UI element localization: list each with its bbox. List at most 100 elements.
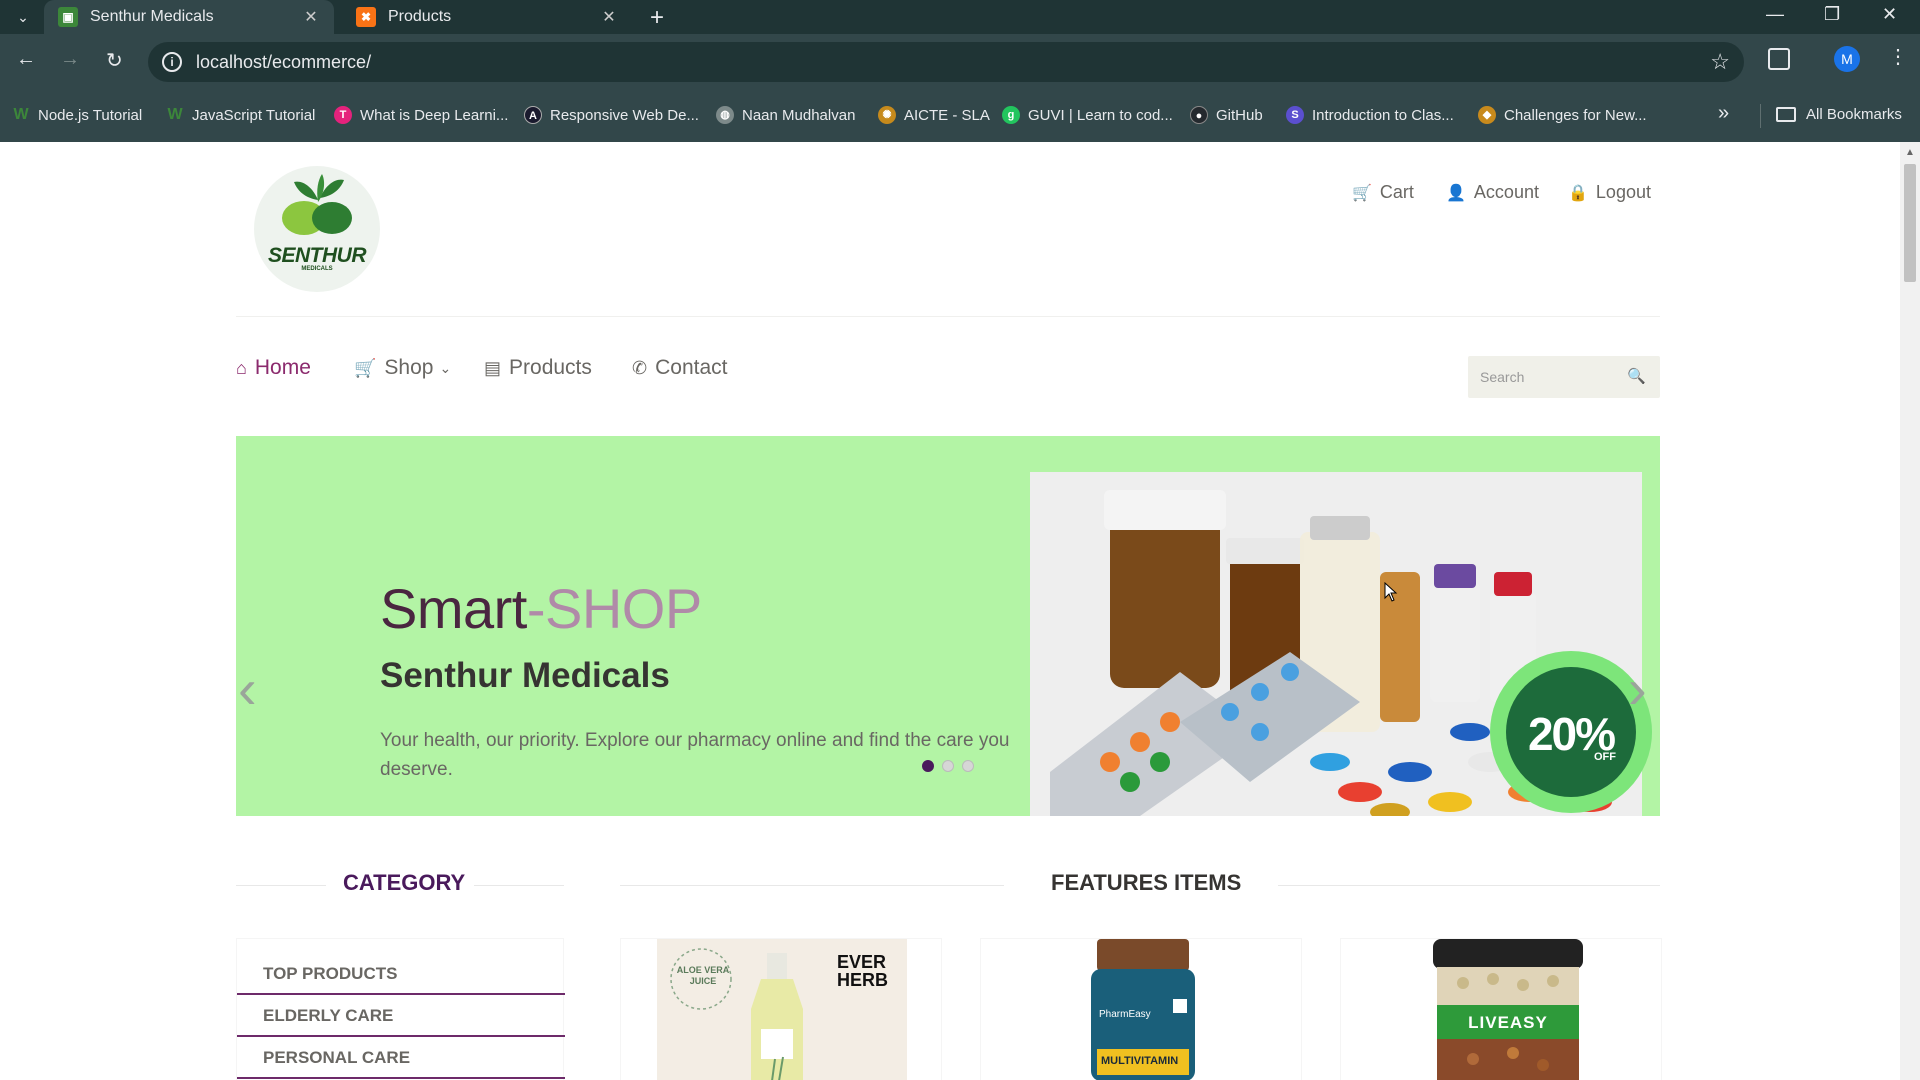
nav-contact[interactable]: ✆ Contact <box>632 356 727 380</box>
home-icon: ⌂ <box>236 357 247 378</box>
s-icon: S <box>1286 106 1304 124</box>
slider-dot[interactable] <box>942 760 954 772</box>
bookmark-responsive-web[interactable]: A Responsive Web De... <box>524 106 699 124</box>
more-bookmarks-icon[interactable]: » <box>1718 102 1729 125</box>
new-tab-button[interactable]: + <box>650 4 664 32</box>
list-icon: ▤ <box>484 357 502 378</box>
reload-icon[interactable]: ↻ <box>106 48 123 73</box>
bookmark-naan-mudhalvan[interactable]: ◍ Naan Mudhalvan <box>716 106 855 124</box>
close-window-icon[interactable]: ✕ <box>1882 4 1897 25</box>
user-icon: 👤 <box>1446 184 1466 202</box>
category-title: CATEGORY <box>343 870 466 895</box>
search-placeholder: Search <box>1480 369 1525 385</box>
restore-icon[interactable]: ❐ <box>1824 4 1840 25</box>
browser-menu-icon[interactable]: ⋮ <box>1888 44 1908 69</box>
bookmark-introduction[interactable]: S Introduction to Clas... <box>1286 106 1454 124</box>
product-brand: EVER HERB <box>837 952 889 990</box>
url-text: localhost/ecommerce/ <box>196 51 372 72</box>
globe-icon: ◍ <box>716 106 734 124</box>
slide-subtitle: Senthur Medicals <box>380 656 670 695</box>
address-bar[interactable]: i localhost/ecommerce/ ☆ <box>148 42 1744 82</box>
nav-shop[interactable]: 🛒 Shop ⌄ <box>354 356 451 380</box>
header-divider <box>236 316 1660 317</box>
cart-icon: 🛒 <box>354 357 377 378</box>
w3-icon: W <box>167 106 183 123</box>
site-favicon-icon: ▣ <box>58 7 78 27</box>
back-arrow-icon[interactable]: ← <box>16 48 36 71</box>
product-brand: MULTIVITAMIN <box>1101 1055 1179 1067</box>
bookmark-guvi[interactable]: g GUVI | Learn to cod... <box>1002 106 1173 124</box>
cart-link[interactable]: 🛒 Cart <box>1352 182 1414 203</box>
xampp-favicon-icon: ✖ <box>356 7 376 27</box>
a-icon: A <box>524 106 542 124</box>
product-card-multivitamin[interactable]: PharmEasy MULTIVITAMIN <box>980 938 1302 1080</box>
page-viewport: SENTHUR MEDICALS 🛒 Cart 👤 Account 🔒 Logout … <box>0 142 1900 1080</box>
all-bookmarks-button[interactable]: All Bookmarks <box>1776 106 1902 123</box>
search-icon[interactable]: 🔍 <box>1627 356 1646 398</box>
logo-text: SENTHUR <box>267 244 367 267</box>
category-item-top-products[interactable]: TOP PRODUCTS <box>237 953 565 995</box>
slider-next-icon[interactable]: › <box>1628 656 1647 721</box>
tab-close-icon[interactable]: ✕ <box>600 7 618 27</box>
tab-close-icon[interactable]: ✕ <box>302 7 320 27</box>
product-label-top: PharmEasy <box>1099 1009 1151 1020</box>
tab-senthur-medicals[interactable]: ▣ Senthur Medicals ✕ <box>44 0 334 34</box>
profile-avatar[interactable]: M <box>1834 46 1860 72</box>
category-line-right <box>474 885 564 886</box>
bookmark-challenges[interactable]: ◆ Challenges for New... <box>1478 106 1647 124</box>
slider-dot[interactable] <box>962 760 974 772</box>
features-line-right <box>1278 885 1660 886</box>
product-card-liveasy[interactable]: LIVEASY <box>1340 938 1662 1080</box>
c-icon: ◆ <box>1478 106 1496 124</box>
site-info-icon[interactable]: i <box>162 52 182 72</box>
nav-home[interactable]: ⌂ Home <box>236 356 311 380</box>
github-icon: ● <box>1190 106 1208 124</box>
slider-dot[interactable] <box>922 760 934 772</box>
aloe-vera-juice-image: ALOE VERA JUICE EVER HERB <box>657 939 907 1080</box>
account-link[interactable]: 👤 Account <box>1446 182 1539 203</box>
category-line-left <box>236 885 326 886</box>
discount-value: 20% <box>1527 708 1616 760</box>
browser-tab-strip: ⌄ ▣ Senthur Medicals ✕ ✖ Products ✕ + — … <box>0 0 1920 34</box>
tab-title: Products <box>388 8 452 25</box>
logo-leaf-icon <box>282 174 352 235</box>
minimize-icon[interactable]: — <box>1766 4 1784 25</box>
product-card-aloe-vera[interactable]: ALOE VERA JUICE EVER HERB <box>620 938 942 1080</box>
slider-prev-icon[interactable]: ‹ <box>238 656 257 721</box>
page-scrollbar[interactable]: ▲ <box>1900 142 1920 1080</box>
logo-subtext: MEDICALS <box>301 266 333 272</box>
tab-search-button[interactable]: ⌄ <box>10 5 36 29</box>
hero-slider: Smart-SHOP Senthur Medicals Your health,… <box>236 436 1660 816</box>
category-item-elderly-care[interactable]: ELDERLY CARE <box>237 995 565 1037</box>
tab-title: Senthur Medicals <box>90 8 214 25</box>
forward-arrow-icon[interactable]: → <box>60 48 80 71</box>
category-item-personal-care[interactable]: PERSONAL CARE <box>237 1037 565 1079</box>
cart-icon: 🛒 <box>1352 184 1372 202</box>
features-line-left <box>620 885 1004 886</box>
bookmark-nodejs[interactable]: W Node.js Tutorial <box>12 106 142 124</box>
tab-products[interactable]: ✖ Products ✕ <box>342 0 632 34</box>
scroll-up-arrow-icon[interactable]: ▲ <box>1905 147 1915 158</box>
discount-off-label: OFF <box>1594 751 1616 763</box>
multivitamin-bottle-image: PharmEasy MULTIVITAMIN <box>1091 939 1195 1080</box>
search-input[interactable]: Search 🔍 <box>1468 356 1660 398</box>
guvi-icon: g <box>1002 106 1020 124</box>
slider-indicators <box>922 760 974 772</box>
chevron-down-icon: ⌄ <box>439 359 452 376</box>
bookmark-deep-learning[interactable]: T What is Deep Learni... <box>334 106 508 124</box>
liveasy-jar-illustration <box>1433 939 1583 1080</box>
features-title: FEATURES ITEMS <box>1051 870 1242 895</box>
bookmark-javascript[interactable]: W JavaScript Tutorial <box>166 106 315 124</box>
site-logo[interactable]: SENTHUR MEDICALS <box>254 166 380 292</box>
scroll-thumb[interactable] <box>1904 164 1916 282</box>
nav-products[interactable]: ▤ Products <box>484 356 592 380</box>
bookmark-github[interactable]: ● GitHub <box>1190 106 1263 124</box>
cursor-arrow-shape <box>1384 581 1398 602</box>
t-icon: T <box>334 106 352 124</box>
logout-link[interactable]: 🔒 Logout <box>1568 182 1651 203</box>
aicte-icon: ✺ <box>878 106 896 124</box>
bookmark-aicte[interactable]: ✺ AICTE - SLA <box>878 106 990 124</box>
bookmark-star-icon[interactable]: ☆ <box>1710 49 1730 75</box>
bookmarks-bar: W Node.js Tutorial W JavaScript Tutorial T… <box>0 90 1920 142</box>
extensions-icon[interactable] <box>1768 48 1790 70</box>
